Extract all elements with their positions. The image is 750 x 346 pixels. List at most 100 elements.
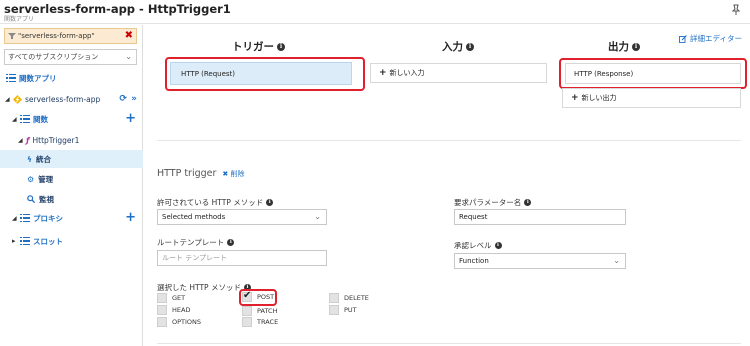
search-value: "serverless-form-app" [18,32,95,40]
output-box-label: HTTP (Response) [574,69,634,78]
sidebar-item-manage[interactable]: ⚙ 管理 [0,170,143,188]
method-label: TRACE [257,318,279,326]
section-title-text: HTTP trigger [157,168,217,179]
info-icon[interactable]: i [494,242,502,249]
function-icon: ƒ [26,135,30,145]
checkbox[interactable] [329,305,339,315]
sidebar-item-integrate[interactable]: ϟ 統合 [0,150,143,168]
output-header-text: 出力 [608,41,629,53]
page-title: serverless-form-app - HttpTrigger1 [4,2,231,16]
info-icon[interactable]: i [277,42,285,51]
expand-triangle-icon: ◢ [12,214,17,222]
sidebar-item-monitor[interactable]: 監視 [0,190,143,208]
filter-icon [8,33,16,39]
info-icon[interactable]: i [632,42,640,51]
divider [157,140,741,141]
sidebar-item-label: 管理 [38,174,54,184]
list-icon [6,73,16,83]
route-template-label: ルートテンプレート i [157,237,235,248]
trigger-header-text: トリガー [232,41,274,53]
collapse-icon[interactable]: » [131,94,137,104]
trigger-column-header: トリガー i [232,39,285,54]
trigger-http-request[interactable]: HTTP (Request) [170,62,352,85]
method-label: PATCH [257,307,278,315]
auth-level-label: 承認レベル i [454,240,502,251]
add-proxy-icon[interactable]: + [125,211,136,224]
output-http-response[interactable]: HTTP (Response) [565,63,741,84]
method-checkbox-put[interactable]: PUT [329,305,357,315]
sidebar-item-slots[interactable]: ▸ スロット [0,232,143,250]
sidebar-item-label: 関数 [33,114,48,124]
allowed-methods-select[interactable]: Selected methods ⌄ [157,209,327,225]
route-template-input[interactable]: ルート テンプレート [157,250,327,266]
chevron-down-icon: ⌄ [613,256,620,265]
checkbox[interactable] [242,317,252,327]
sidebar-item-app[interactable]: ◢ serverless-form-app ⟳ » [0,90,143,108]
checkbox-checked[interactable] [242,290,252,302]
blade-header: serverless-form-app - HttpTrigger1 関数アプリ [0,0,750,24]
method-checkbox-get[interactable]: GET [157,293,185,303]
auth-level-select[interactable]: Function ⌄ [454,253,626,269]
method-checkbox-patch[interactable]: PATCH [242,306,277,316]
checkbox[interactable] [329,293,339,303]
checkbox[interactable] [242,306,252,316]
info-icon[interactable]: i [524,199,532,206]
checkbox[interactable] [157,305,167,315]
main-panel: 詳細エディター トリガー i 入力 i 出力 i HTTP (Request) … [144,25,750,346]
search-input[interactable]: "serverless-form-app" ✖ [4,28,137,44]
new-input-button[interactable]: + 新しい入力 [370,63,547,83]
auth-level-value: Function [459,257,489,265]
allowed-methods-value: Selected methods [162,213,226,221]
method-checkbox-trace[interactable]: TRACE [242,317,278,327]
expand-right-triangle-icon: ▸ [12,237,16,245]
expand-triangle-icon: ◢ [5,95,10,103]
info-icon[interactable]: i [227,239,235,246]
request-param-input[interactable]: Request [454,209,626,225]
input-column-header: 入力 i [442,39,474,54]
info-icon[interactable]: i [266,199,274,206]
sidebar-item-function-apps[interactable]: 関数アプリ [0,69,143,87]
section-title: HTTP trigger ✖ 削除 [157,168,245,179]
output-column-header: 出力 i [608,39,640,54]
sidebar-item-label: 監視 [39,194,54,204]
new-output-button[interactable]: + 新しい出力 [562,88,741,108]
method-checkbox-head[interactable]: HEAD [157,305,190,315]
method-label: GET [172,294,186,302]
plus-icon: + [379,68,387,78]
delete-link[interactable]: ✖ 削除 [222,169,244,179]
method-label: DELETE [344,294,369,302]
sidebar: "serverless-form-app" ✖ すべてのサブスクリプション ⌄ … [0,25,143,346]
advanced-editor-link[interactable]: 詳細エディター [679,33,742,44]
sidebar-item-label: 関数アプリ [19,73,57,83]
pin-icon[interactable] [730,4,742,16]
subscription-value: すべてのサブスクリプション [8,53,99,61]
info-icon[interactable]: i [466,42,474,51]
selected-methods-label: 選択した HTTP メソッド i [157,282,251,293]
route-template-text: ルートテンプレート [157,238,225,247]
sidebar-item-functions[interactable]: ◢ 関数 + [0,110,143,128]
method-checkbox-options[interactable]: OPTIONS [157,317,201,327]
sidebar-item-label: スロット [33,236,63,246]
trigger-box-label: HTTP (Request) [181,69,236,78]
allowed-methods-label: 許可されている HTTP メソッド i [157,197,274,208]
auth-level-text: 承認レベル [454,241,492,250]
subscription-select[interactable]: すべてのサブスクリプション ⌄ [4,49,137,65]
method-label: POST [257,293,275,301]
chevron-down-icon: ⌄ [125,52,132,61]
new-input-label: 新しい入力 [389,69,425,77]
method-checkbox-post[interactable]: POST [242,290,275,302]
method-checkbox-delete[interactable]: DELETE [329,293,369,303]
method-label: OPTIONS [172,318,202,326]
checkbox[interactable] [157,293,167,303]
sidebar-item-httptrigger1[interactable]: ◢ ƒ HttpTrigger1 [0,131,143,149]
route-template-placeholder: ルート テンプレート [162,254,228,262]
checkbox[interactable] [157,317,167,327]
request-param-text: 要求パラメーター名 [454,198,522,207]
request-param-label: 要求パラメーター名 i [454,197,532,208]
clear-search-icon[interactable]: ✖ [125,30,133,42]
function-app-icon [13,94,22,104]
refresh-icon[interactable]: ⟳ [119,94,127,104]
sidebar-item-proxies[interactable]: ◢ プロキシ + [0,209,143,227]
add-function-icon[interactable]: + [125,112,136,125]
method-label: PUT [344,306,357,314]
